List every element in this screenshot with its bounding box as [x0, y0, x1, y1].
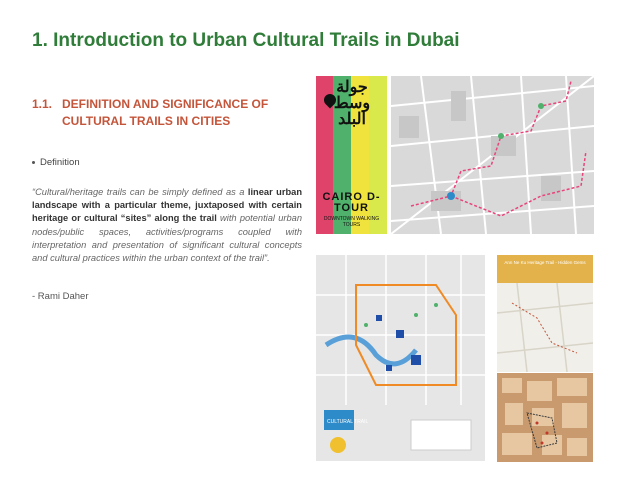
poster-subtitle: DOWNTOWN WALKING TOURS — [323, 216, 380, 228]
downtown-trail-map-image: CULTURAL TRAIL — [316, 255, 485, 461]
cairo-map-graphic — [391, 76, 594, 234]
downtown-map-graphic: CULTURAL TRAIL — [316, 255, 485, 453]
heritage-trail-brochure-image: Ann Ne Ku Heritage Trail - Hidden Gems — [497, 255, 593, 372]
cairo-poster-image: جولة وسط البلد CAIRO D-TOUR DOWNTOWN WAL… — [316, 76, 387, 234]
quote-author: - Rami Daher — [32, 291, 89, 302]
bullet-label: Definition — [40, 157, 80, 168]
brochure-map-graphic — [497, 283, 593, 372]
trail-logo-text: CULTURAL TRAIL — [327, 419, 369, 425]
page-title: 1. Introduction to Urban Cultural Trails… — [32, 30, 460, 51]
definition-bullet: Definition — [32, 157, 80, 168]
definition-quote: “Cultural/heritage trails can be simply … — [32, 186, 302, 265]
poster-arabic-title: جولة وسط البلد — [333, 79, 371, 128]
old-map-graphic — [502, 378, 587, 456]
cairo-trail-map-image — [391, 76, 594, 234]
brochure-header: Ann Ne Ku Heritage Trail - Hidden Gems — [497, 255, 593, 283]
old-city-map-image — [497, 373, 593, 462]
poster-cairo-title: CAIRO D-TOUR — [322, 191, 381, 214]
quote-part-1: “Cultural/heritage trails can be simply … — [32, 187, 248, 197]
bullet-dot — [32, 160, 35, 164]
section-number: 1.1. — [32, 97, 53, 111]
section-title: DEFINITION AND SIGNIFICANCE OF CULTURAL … — [62, 97, 269, 128]
